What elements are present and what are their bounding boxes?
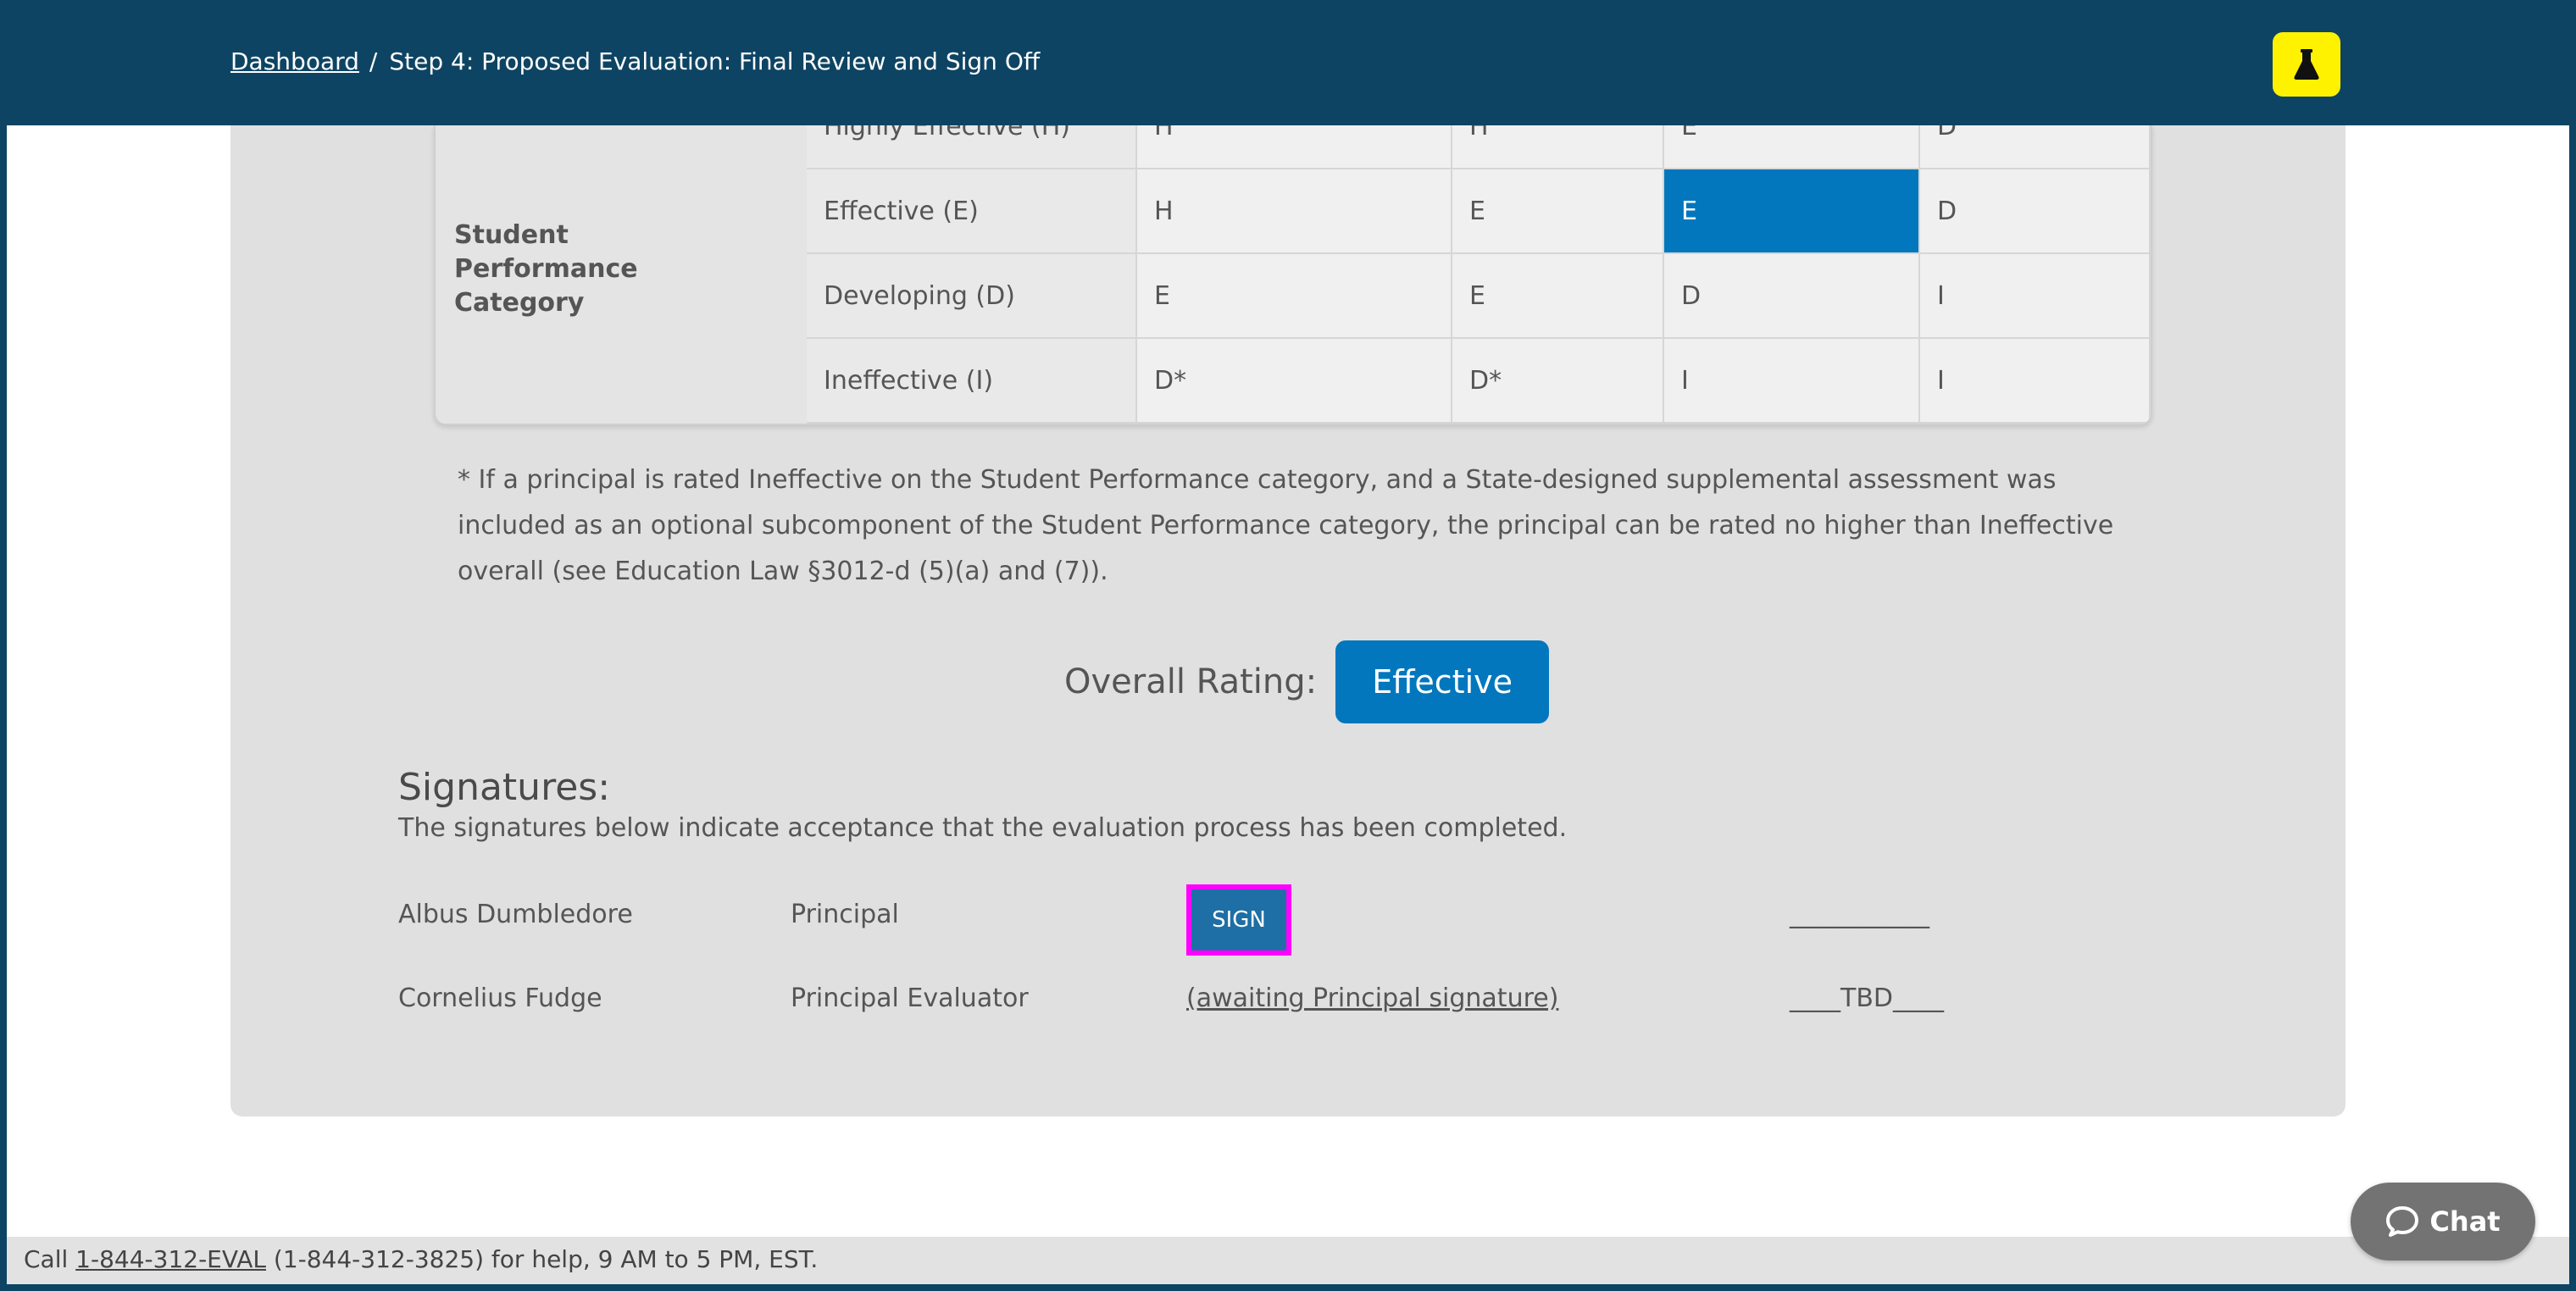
breadcrumb-dashboard-link[interactable]: Dashboard bbox=[230, 47, 359, 75]
lab-button[interactable] bbox=[2273, 32, 2340, 97]
flask-icon bbox=[2294, 49, 2319, 80]
matrix-cell: H bbox=[1137, 169, 1452, 254]
help-text: Call 1-844-312-EVAL (1-844-312-3825) for… bbox=[24, 1245, 818, 1273]
evaluation-panel: Student Performance Category Highly Effe… bbox=[230, 125, 2346, 1116]
chat-bubble-icon bbox=[2386, 1206, 2419, 1237]
matrix-cell: I bbox=[1664, 339, 1920, 424]
matrix-cell: D bbox=[1920, 125, 2151, 169]
help-prefix: Call bbox=[24, 1245, 76, 1273]
matrix-cell: E bbox=[1137, 254, 1452, 339]
matrix-cell: E bbox=[1452, 254, 1664, 339]
help-phone-link[interactable]: 1-844-312-EVAL bbox=[75, 1245, 266, 1273]
signature-date: ____TBD____ bbox=[1790, 983, 1945, 1013]
signer-role: Principal Evaluator bbox=[791, 983, 1029, 1013]
breadcrumb-separator: / bbox=[369, 47, 378, 75]
breadcrumb-current-page: Step 4: Proposed Evaluation: Final Revie… bbox=[389, 47, 1041, 75]
awaiting-signature-link[interactable]: (awaiting Principal signature) bbox=[1186, 983, 1558, 1013]
overall-rating-label: Overall Rating: bbox=[1064, 662, 1318, 701]
chat-label: Chat bbox=[2429, 1205, 2501, 1238]
matrix-cell: H bbox=[1137, 125, 1452, 169]
matrix-cell: I bbox=[1920, 254, 2151, 339]
matrix-row-label: Highly Effective (H) bbox=[807, 125, 1137, 169]
signatures-title: Signatures: bbox=[398, 766, 611, 809]
matrix-cell: H bbox=[1452, 125, 1664, 169]
matrix-cell: E bbox=[1452, 169, 1664, 254]
signer-name: Albus Dumbledore bbox=[398, 900, 633, 929]
row-group-label-cell: Student Performance Category bbox=[436, 125, 808, 424]
help-suffix: (1-844-312-3825) for help, 9 AM to 5 PM,… bbox=[266, 1245, 819, 1273]
matrix-cell: D* bbox=[1452, 339, 1664, 424]
top-navigation-bar: Dashboard / Step 4: Proposed Evaluation: F… bbox=[0, 0, 2576, 125]
matrix-row-label: Developing (D) bbox=[807, 254, 1137, 339]
row-group-label: Student Performance Category bbox=[454, 220, 638, 318]
matrix-cell-selected: E bbox=[1664, 169, 1920, 254]
signer-name: Cornelius Fudge bbox=[398, 983, 602, 1013]
sign-button[interactable]: SIGN bbox=[1186, 884, 1291, 956]
help-footer: Call 1-844-312-EVAL (1-844-312-3825) for… bbox=[7, 1237, 2569, 1284]
breadcrumb: Dashboard / Step 4: Proposed Evaluation: F… bbox=[230, 47, 1040, 75]
matrix-cell: D* bbox=[1137, 339, 1452, 424]
matrix-cell: D bbox=[1664, 254, 1920, 339]
signature-date: ___________ bbox=[1790, 900, 1929, 929]
chat-button[interactable]: Chat bbox=[2351, 1183, 2535, 1261]
matrix-cell: E bbox=[1664, 125, 1920, 169]
overall-rating: Overall Rating: Effective bbox=[1064, 640, 1550, 723]
rating-matrix: Student Performance Category Highly Effe… bbox=[434, 125, 2152, 425]
signer-role: Principal bbox=[791, 900, 899, 929]
matrix-row-label: Effective (E) bbox=[807, 169, 1137, 254]
matrix-row-label: Ineffective (I) bbox=[807, 339, 1137, 424]
matrix-cell: D bbox=[1920, 169, 2151, 254]
matrix-cell: I bbox=[1920, 339, 2151, 424]
signatures-description: The signatures below indicate acceptance… bbox=[398, 813, 1568, 843]
overall-rating-badge: Effective bbox=[1335, 640, 1550, 723]
footnote: * If a principal is rated Ineffective on… bbox=[458, 465, 2114, 586]
